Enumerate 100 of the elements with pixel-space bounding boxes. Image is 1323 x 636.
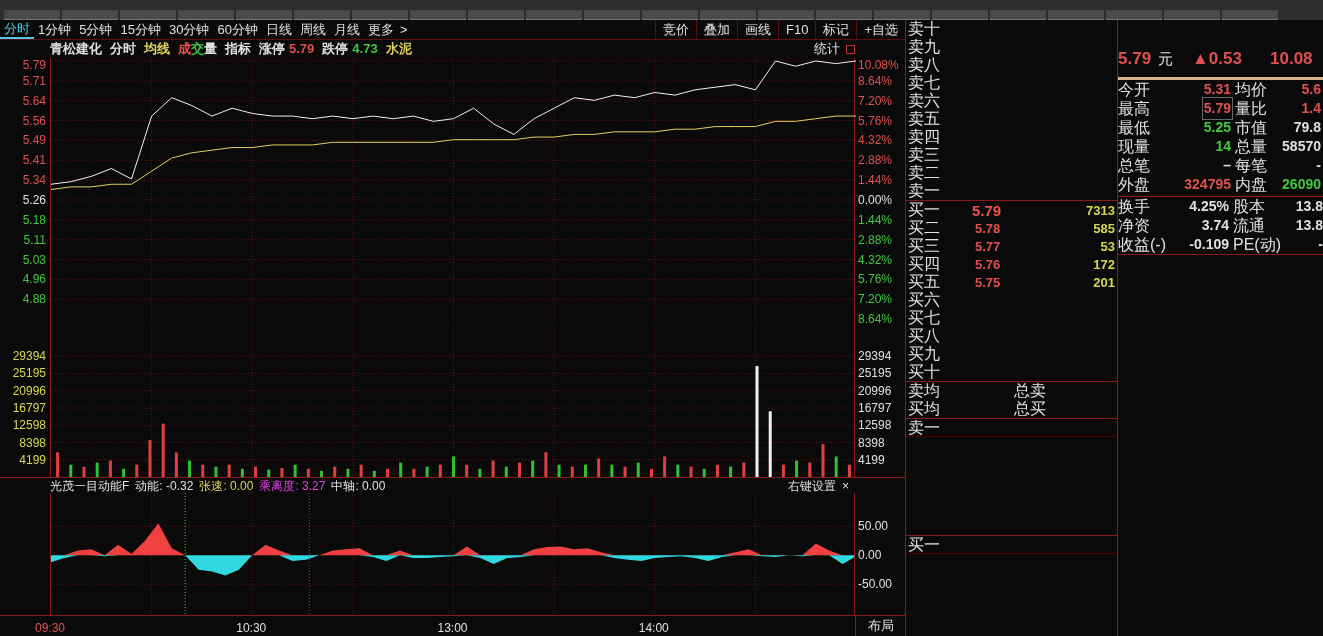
axis-label: 8398 [858,435,885,450]
quote-label: 收益(-) [1118,234,1167,255]
menu-button[interactable] [642,10,698,20]
period-tab[interactable]: 60分钟 [213,20,262,39]
period-tab[interactable]: 周线 [295,20,330,39]
period-tab[interactable]: 30分钟 [164,20,214,39]
menu-button[interactable] [1164,10,1220,20]
period-tab[interactable]: 分时 [0,20,34,39]
tool-button[interactable]: 竞价 [655,20,696,39]
menu-button[interactable] [584,10,640,20]
menu-button[interactable] [1048,10,1104,20]
axis-label: 5.76% [858,272,893,287]
chart-header-text: 交 [191,40,204,59]
volume-bar [847,464,851,477]
time-label: 14:00 [638,620,669,636]
layout-button[interactable]: 布局 [855,616,905,636]
chart-header-text: 4.73 [352,40,378,59]
period-tab[interactable]: 更多 [363,20,398,39]
axis-label: 16797 [858,401,892,415]
menu-button[interactable] [294,10,350,20]
volume-bar [623,466,627,477]
order-level-label: 卖四 [908,129,940,145]
axis-label: 4199 [19,452,46,467]
menu-button[interactable] [700,10,756,20]
quote-value: 13.8 [1294,216,1323,235]
tool-button[interactable]: +自选 [856,20,905,39]
volume-bar [702,468,706,477]
menu-button[interactable] [410,10,466,20]
menu-button[interactable] [1222,10,1278,20]
volume-bar [570,466,574,477]
menu-button[interactable] [178,10,234,20]
axis-label: 5.26 [22,193,46,207]
indicator-text: 乘离度: 3.27 [259,477,326,495]
axis-label: 7.20% [858,93,893,108]
total-label: 总卖 [1014,383,1046,399]
period-tab[interactable]: 月线 [329,20,364,39]
quote-value: 5.6 [1300,80,1322,99]
menu-button[interactable] [816,10,872,20]
volume-bar [95,462,99,477]
volume-bar [240,468,244,477]
settings-label[interactable]: 右键设置 [788,476,836,495]
axis-label: 4.96 [22,272,46,287]
order-level-label: 买十 [908,364,941,380]
indicator-text: 中轴: 0.00 [331,477,386,495]
square-icon[interactable] [846,44,855,54]
menu-button[interactable] [62,10,118,20]
stats-label[interactable]: 统计 [814,39,840,59]
quote-value: 13.8 [1294,197,1323,216]
quote-value: 4.25% [1188,197,1230,216]
volume-bar [438,464,442,477]
bid-price: 5.78 [974,221,1002,235]
order-level-label: 卖二 [908,165,940,181]
volume-bar [465,464,469,477]
menu-button[interactable] [4,10,60,20]
bid-price: 5.79 [972,202,1003,218]
quote-value: 79.8 [1292,118,1322,137]
order-level-label: 买三 [908,238,941,254]
tool-button[interactable]: 叠加 [696,20,737,39]
period-tab[interactable]: 1分钟 [34,20,76,39]
axis-label: 2.88% [858,232,893,247]
quote-label: 最高 [1118,98,1151,119]
time-label: 13:00 [437,620,468,636]
period-tab[interactable]: 5分钟 [75,20,117,39]
close-button[interactable]: × [842,476,849,495]
quote-label: 外盘 [1118,174,1151,195]
menu-button[interactable] [468,10,524,20]
order-level-label: 买二 [908,220,941,236]
tool-button[interactable]: 标记 [815,20,857,39]
menu-button[interactable] [120,10,176,20]
order-level-label: 买六 [908,292,941,308]
axis-label: 5.64 [22,93,46,108]
more-arrow[interactable]: > [397,19,410,40]
period-tab[interactable]: 日线 [261,20,296,39]
quote-value: 58570 [1281,137,1322,156]
menu-button[interactable] [990,10,1046,20]
tool-button[interactable]: F10 [778,20,816,39]
menu-button[interactable] [932,10,988,20]
volume-bar [399,462,403,477]
axis-label: 5.71 [22,73,46,88]
order-level-label: 卖三 [908,147,940,163]
menu-button[interactable] [1106,10,1162,20]
menu-button[interactable] [236,10,292,20]
volume-bar [504,466,508,477]
order-level-label: 买九 [908,346,941,362]
period-tab[interactable]: 15分钟 [116,20,165,39]
volume-bar [781,464,785,477]
menu-button[interactable] [758,10,814,20]
quote-value: – [1222,156,1232,175]
axis-label: 4.32% [858,133,893,148]
volume-bar [452,456,455,477]
volume-bar [768,411,772,477]
menu-button[interactable] [352,10,408,20]
menu-button[interactable] [526,10,582,20]
volume-bar [597,458,601,477]
quote-label: 现量 [1118,136,1151,157]
price-change: ▲0.53 [1192,48,1243,71]
menu-button[interactable] [874,10,930,20]
quote-label: 股本 [1232,196,1266,217]
volume-bar [306,468,310,477]
tool-button[interactable]: 画线 [737,20,778,39]
